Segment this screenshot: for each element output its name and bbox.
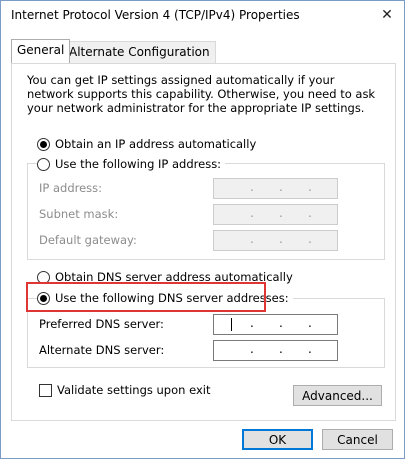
validate-settings-label: Validate settings upon exit xyxy=(57,383,211,397)
subnet-mask-input[interactable]: . . . xyxy=(213,204,338,225)
ip-address-input[interactable]: . . . xyxy=(213,178,338,199)
ip-dot: . xyxy=(308,180,312,194)
default-gateway-label: Default gateway: xyxy=(39,233,137,247)
title-bar: Internet Protocol Version 4 (TCP/IPv4) P… xyxy=(1,1,404,31)
ok-button[interactable]: OK xyxy=(242,429,313,450)
window-title: Internet Protocol Version 4 (TCP/IPv4) P… xyxy=(11,8,300,22)
preferred-dns-input[interactable]: . . . xyxy=(213,314,338,335)
obtain-dns-auto-label: Obtain DNS server address automatically xyxy=(55,270,293,284)
ip-dot: . xyxy=(308,342,312,356)
obtain-ip-auto-radio[interactable]: Obtain an IP address automatically xyxy=(37,137,256,151)
radio-unchecked-icon xyxy=(37,157,50,171)
text-caret xyxy=(231,318,232,331)
radio-checked-icon xyxy=(37,137,50,151)
ip-dot: . xyxy=(250,316,254,330)
ip-dot: . xyxy=(308,206,312,220)
radio-unchecked-icon xyxy=(37,270,50,284)
alternate-dns-label: Alternate DNS server: xyxy=(39,343,165,357)
preferred-dns-label: Preferred DNS server: xyxy=(39,317,164,331)
ip-dot: . xyxy=(250,342,254,356)
radio-checked-icon xyxy=(37,291,50,305)
ip-dot: . xyxy=(279,342,283,356)
tab-alternate-configuration[interactable]: Alternate Configuration xyxy=(63,41,216,63)
ip-dot: . xyxy=(279,232,283,246)
checkbox-unchecked-icon xyxy=(39,383,52,397)
obtain-dns-auto-radio[interactable]: Obtain DNS server address automatically xyxy=(37,270,293,284)
obtain-ip-auto-label: Obtain an IP address automatically xyxy=(55,137,257,151)
ip-dot: . xyxy=(308,316,312,330)
ip-dot: . xyxy=(250,180,254,194)
default-gateway-input[interactable]: . . . xyxy=(213,230,338,251)
use-following-dns-label: Use the following DNS server addresses: xyxy=(55,291,289,305)
ip-dot: . xyxy=(279,206,283,220)
close-button[interactable]: ✕ xyxy=(376,5,398,25)
subnet-mask-label: Subnet mask: xyxy=(39,207,119,221)
properties-dialog: Internet Protocol Version 4 (TCP/IPv4) P… xyxy=(0,0,405,459)
ip-address-label: IP address: xyxy=(39,181,103,195)
ip-dot: . xyxy=(250,232,254,246)
use-following-dns-radio[interactable]: Use the following DNS server addresses: xyxy=(37,291,293,305)
tab-general[interactable]: General xyxy=(11,39,71,63)
use-following-ip-label: Use the following IP address: xyxy=(55,157,222,171)
advanced-button[interactable]: Advanced... xyxy=(293,385,382,406)
ip-dot: . xyxy=(308,232,312,246)
ip-dot: . xyxy=(279,180,283,194)
use-following-ip-radio[interactable]: Use the following IP address: xyxy=(37,157,226,171)
ip-dot: . xyxy=(279,316,283,330)
cancel-button[interactable]: Cancel xyxy=(322,429,393,450)
description-text: You can get IP settings assigned automat… xyxy=(27,73,376,115)
ip-dot: . xyxy=(250,206,254,220)
validate-settings-checkbox[interactable]: Validate settings upon exit xyxy=(39,383,210,397)
alternate-dns-input[interactable]: . . . xyxy=(213,340,338,361)
